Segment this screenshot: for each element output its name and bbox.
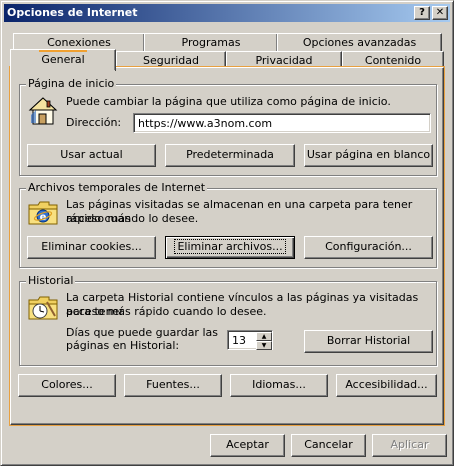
spin-up-button[interactable]: ▲ [256, 332, 272, 341]
window-title: Opciones de Internet [7, 6, 138, 19]
general-tab-panel: Página de inicio Puede cambiar la página… [10, 67, 444, 425]
days-label-line2: páginas en Historial: [66, 339, 180, 352]
clear-history-button[interactable]: Borrar Historial [304, 330, 433, 353]
days-label-line1: Días que puede guardar las [66, 326, 218, 339]
temp-folder-ie-icon: e [28, 201, 58, 225]
tab-label: Privacidad [255, 54, 313, 67]
cancel-button[interactable]: Cancelar [291, 434, 366, 457]
temp-files-group: Archivos temporales de Internet e Las pá… [19, 181, 437, 268]
apply-button[interactable]: Aplicar [372, 434, 447, 457]
tab-label: Conexiones [47, 36, 111, 49]
tab-label: Contenido [364, 54, 422, 67]
colors-button[interactable]: Colores... [18, 374, 116, 397]
accessibility-button[interactable]: Accesibilidad... [336, 374, 437, 397]
fonts-button[interactable]: Fuentes... [124, 374, 222, 397]
home-page-group: Página de inicio Puede cambiar la página… [19, 77, 437, 176]
tab-label: Seguridad [143, 54, 199, 67]
title-bar[interactable]: Opciones de Internet ? ✕ [4, 4, 450, 22]
address-label: Dirección: [66, 116, 122, 129]
ok-button[interactable]: Aceptar [210, 434, 285, 457]
home-icon [28, 97, 58, 125]
use-default-button[interactable]: Predeterminada [165, 144, 295, 167]
languages-button[interactable]: Idiomas... [230, 374, 328, 397]
history-group: Historial La carpeta Historial contiene … [19, 274, 437, 366]
history-icon [28, 296, 58, 320]
delete-files-button[interactable]: Eliminar archivos... [165, 236, 295, 259]
tab-label: General [39, 50, 87, 68]
temp-description-line2: rápido cuando lo desee. [66, 212, 199, 225]
address-input[interactable] [133, 113, 431, 133]
delete-files-label: Eliminar archivos... [174, 239, 286, 254]
spin-down-button[interactable]: ▼ [256, 341, 272, 350]
temp-files-legend: Archivos temporales de Internet [26, 181, 208, 194]
tab-general[interactable]: General [10, 49, 116, 73]
delete-cookies-button[interactable]: Eliminar cookies... [27, 236, 156, 259]
use-blank-button[interactable]: Usar página en blanco [304, 144, 433, 167]
history-legend: Historial [26, 274, 76, 287]
tab-label: Opciones avanzadas [302, 36, 417, 49]
use-current-button[interactable]: Usar actual [27, 144, 156, 167]
help-button[interactable]: ? [414, 6, 430, 20]
settings-button[interactable]: Configuración... [304, 236, 433, 259]
internet-options-window: Opciones de Internet ? ✕ Conexiones Prog… [0, 0, 454, 466]
tab-label: Programas [181, 36, 241, 49]
history-description-line2: acceso más rápido cuando lo desee. [66, 305, 267, 318]
home-page-legend: Página de inicio [26, 77, 117, 90]
tab-programas[interactable]: Programas [144, 33, 278, 53]
tab-opciones-avanzadas[interactable]: Opciones avanzadas [277, 33, 442, 53]
close-button[interactable]: ✕ [432, 6, 448, 20]
home-description: Puede cambiar la página que utiliza como… [66, 95, 391, 108]
